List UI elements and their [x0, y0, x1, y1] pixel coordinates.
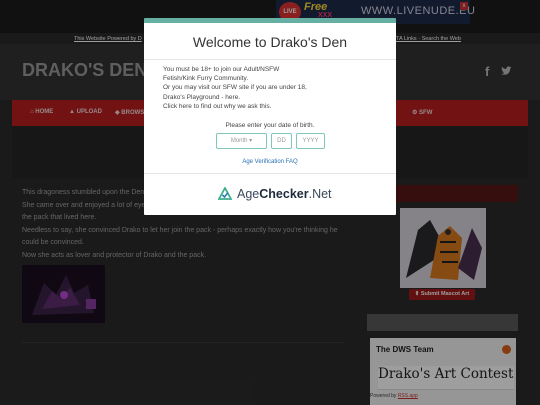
sfw-site-link[interactable]: Or you may visit our SFW site if you are…	[163, 83, 307, 92]
why-we-ask-link[interactable]: Click here to find out why we ask this.	[163, 102, 307, 111]
chevron-down-icon: ▾	[249, 138, 253, 144]
month-select[interactable]: Month ▾	[216, 133, 267, 149]
agechecker-logo-icon	[218, 187, 232, 200]
dob-prompt: Please enter your date of birth.	[225, 122, 315, 129]
modal-divider	[144, 59, 396, 60]
day-input[interactable]: DD	[271, 133, 292, 149]
modal-line: You must be 18+ to join our Adult/NSFW	[163, 66, 280, 73]
year-input[interactable]: YYYY	[296, 133, 325, 149]
modal-body: You must be 18+ to join our Adult/NSFW F…	[163, 65, 307, 111]
modal-line: Fetish/Kink Furry Community.	[163, 75, 249, 83]
modal-title: Welcome to Drako's Den	[192, 34, 348, 50]
playground-link[interactable]: Drako's Playground - here.	[163, 93, 307, 102]
modal-divider-bottom	[144, 173, 396, 174]
age-verification-modal: Welcome to Drako's Den You must be 18+ t…	[144, 18, 396, 215]
age-verification-faq-link[interactable]: Age Verification FAQ	[144, 159, 396, 165]
page: LIVE Free XXX WWW.LIVENUDE.EU x This Web…	[0, 0, 540, 405]
